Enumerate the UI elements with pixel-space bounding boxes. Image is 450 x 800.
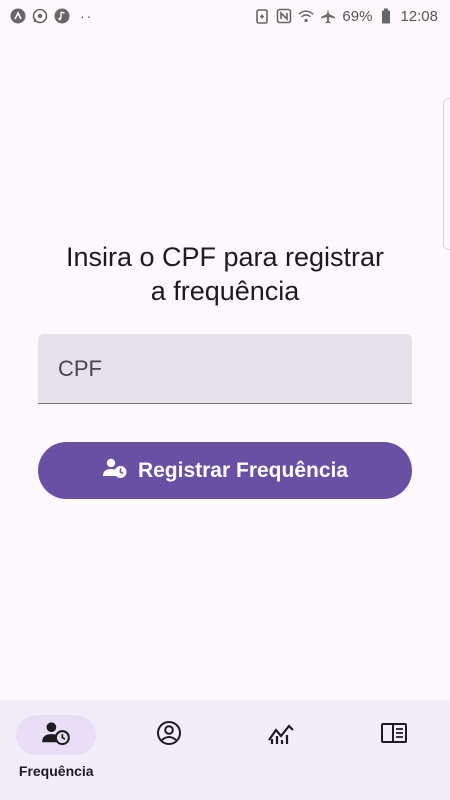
nav-item-frequencia[interactable]: Frequência <box>0 700 113 800</box>
status-bar-left: ·· <box>10 8 93 24</box>
nav-item-stats[interactable] <box>225 700 338 800</box>
bottom-navigation: Frequência <box>0 700 450 800</box>
person-clock-icon <box>41 720 71 751</box>
edge-panel-handle[interactable] <box>443 98 450 250</box>
status-bar-right: 69% 12:08 <box>254 8 438 25</box>
music-icon <box>54 8 70 24</box>
nav-item-profile[interactable] <box>113 700 226 800</box>
whatsapp-icon <box>32 8 48 24</box>
battery-saver-icon <box>254 8 270 24</box>
instruction-line-2: a frequência <box>150 276 300 306</box>
battery-icon <box>378 8 394 24</box>
app-icon <box>10 8 26 24</box>
instruction-text: Insira o CPF para registrar a frequência <box>40 240 410 308</box>
nav-item-book[interactable] <box>338 700 450 800</box>
instruction-line-1: Insira o CPF para registrar <box>65 242 385 272</box>
cpf-input-placeholder: CPF <box>58 355 102 381</box>
battery-percent: 69% <box>342 7 373 25</box>
account-circle-icon <box>156 720 182 751</box>
airplane-icon <box>320 8 336 24</box>
status-bar: ·· 69% 12:08 <box>0 0 450 32</box>
nav-active-indicator <box>16 715 97 755</box>
wifi-icon <box>298 8 315 24</box>
register-attendance-button[interactable]: Registrar Frequência <box>38 442 412 499</box>
trend-chart-icon <box>267 720 295 751</box>
register-attendance-label: Registrar Frequência <box>137 458 349 482</box>
book-icon <box>380 721 408 750</box>
cpf-input[interactable]: CPF <box>38 334 412 404</box>
more-notifications-icon: ·· <box>80 8 94 24</box>
nav-label-frequencia: Frequência <box>18 763 94 779</box>
person-clock-icon <box>102 457 128 485</box>
nfc-icon <box>276 8 292 24</box>
clock: 12:08 <box>400 7 438 25</box>
